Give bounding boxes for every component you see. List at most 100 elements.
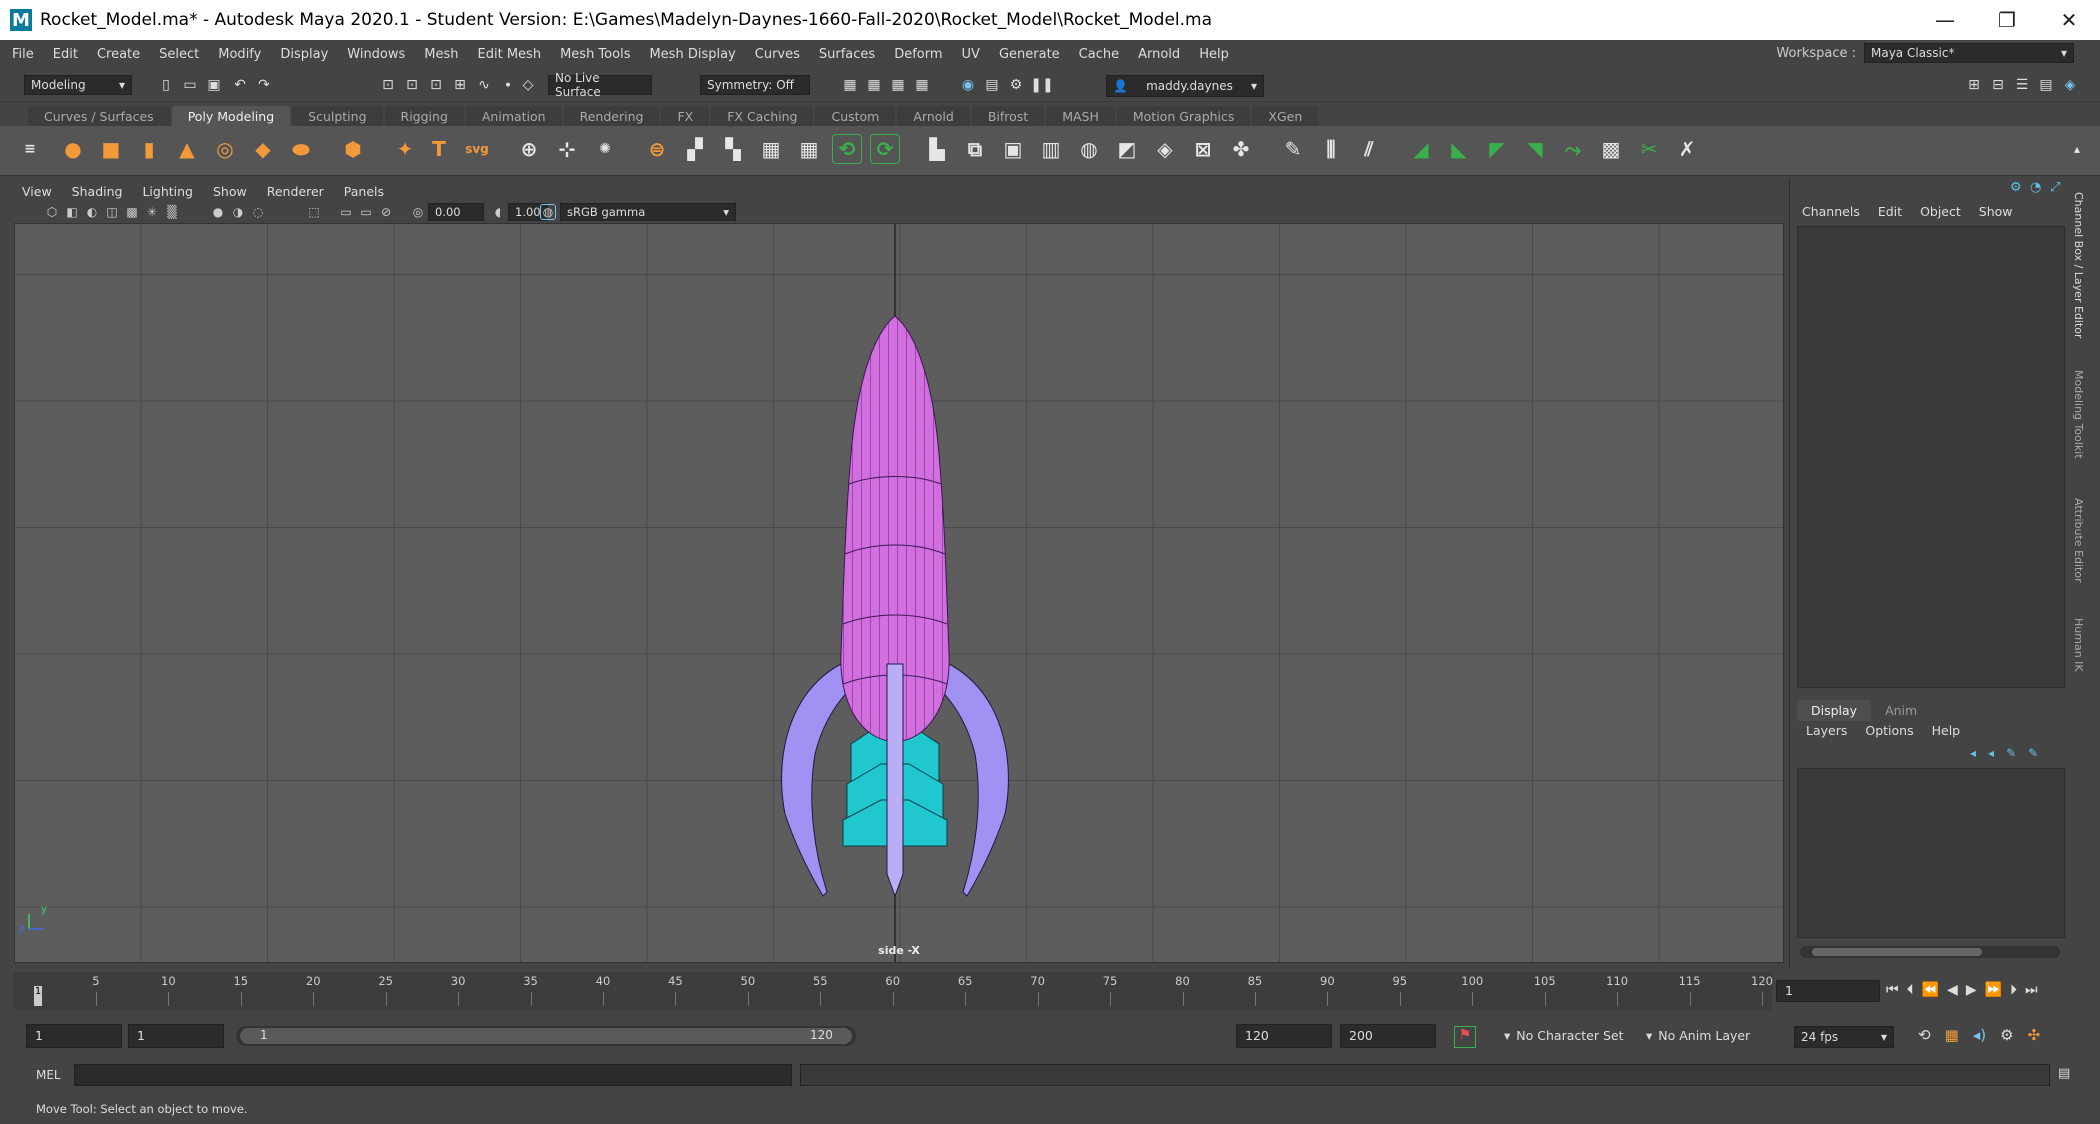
go-to-end-icon[interactable]: ⏭ <box>2025 982 2038 998</box>
extrude-icon[interactable]: ▙ <box>922 134 952 164</box>
menu-set-dropdown[interactable]: Modeling ▾ <box>24 75 132 95</box>
go-to-start-icon[interactable]: ⏮ <box>1886 982 1899 998</box>
cache-playback-icon[interactable]: ▦ <box>1945 1026 1959 1044</box>
channels-menu[interactable]: Channels <box>1802 204 1860 219</box>
layer-list-area[interactable] <box>1797 768 2065 938</box>
smooth-icon[interactable]: ▦ <box>794 134 824 164</box>
close-button[interactable]: ✕ <box>2038 0 2100 40</box>
workspace-dropdown[interactable]: Maya Classic* ▾ <box>1864 43 2074 63</box>
viewport-menu-lighting[interactable]: Lighting <box>142 184 193 199</box>
snap-to-grid-icon[interactable]: ⊞ <box>450 75 470 95</box>
subdivision-icon[interactable]: ✺ <box>590 134 620 164</box>
object-menu[interactable]: Object <box>1920 204 1961 219</box>
menu-file[interactable]: File <box>12 47 34 62</box>
film-gate-icon[interactable]: ▭ <box>358 204 374 220</box>
shelf-tab-curves-surfaces[interactable]: Curves / Surfaces <box>28 106 170 126</box>
viewport-menu-show[interactable]: Show <box>213 184 247 199</box>
planar-uv-icon[interactable]: ◣ <box>1444 134 1474 164</box>
shelf-tab-mash[interactable]: MASH <box>1046 106 1115 126</box>
menu-display[interactable]: Display <box>280 47 328 62</box>
gate-mask-icon[interactable]: ▭ <box>338 204 354 220</box>
menu-mesh[interactable]: Mesh <box>424 47 458 62</box>
menu-arnold[interactable]: Arnold <box>1138 47 1180 62</box>
exposure-field[interactable]: 0.00 <box>428 203 484 221</box>
super-shape-icon[interactable]: ✦ <box>390 134 420 164</box>
grid-toggle-icon[interactable]: ⊘ <box>378 204 394 220</box>
cylindrical-uv-icon[interactable]: ◤ <box>1482 134 1512 164</box>
merge-icon[interactable]: ◍ <box>1074 134 1104 164</box>
poly-disc-icon[interactable]: ⬬ <box>286 134 316 164</box>
shelf-tab-rendering[interactable]: Rendering <box>563 106 660 126</box>
help-menu[interactable]: Help <box>1932 723 1961 738</box>
menu-mesh-tools[interactable]: Mesh Tools <box>560 47 630 62</box>
bevel-icon[interactable]: ⧉ <box>960 134 990 164</box>
menu-help[interactable]: Help <box>1199 47 1229 62</box>
shelf-tab-bifrost[interactable]: Bifrost <box>971 106 1045 126</box>
poly-torus-icon[interactable]: ◎ <box>210 134 240 164</box>
rocket-model[interactable] <box>15 224 1784 963</box>
anti-aliasing-icon[interactable]: ◌ <box>250 204 266 220</box>
viewport-menu-panels[interactable]: Panels <box>344 184 384 199</box>
show-tool-settings-icon[interactable]: ☰ <box>2012 75 2032 95</box>
lights-icon[interactable]: ✳ <box>144 204 160 220</box>
poly-cube-icon[interactable]: ■ <box>96 134 126 164</box>
hypershade-icon[interactable]: ▦ <box>912 75 932 95</box>
anim-layer-dropdown[interactable]: ▾ No Anim Layer <box>1646 1028 1750 1043</box>
render-view-icon[interactable]: ▤ <box>982 75 1002 95</box>
textured-icon[interactable]: ▩ <box>124 204 140 220</box>
uv-editor-icon[interactable]: ⤳ <box>1558 134 1588 164</box>
character-set-dropdown[interactable]: ▾ No Character Set <box>1504 1028 1623 1043</box>
snap-to-point-icon[interactable]: ∙ <box>498 75 518 95</box>
shelf-tab-fx-caching[interactable]: FX Caching <box>711 106 814 126</box>
show-menu[interactable]: Show <box>1979 204 2013 219</box>
show-layer-editor-icon[interactable]: ◈ <box>2060 75 2080 95</box>
wedge-icon[interactable]: ⊠ <box>1188 134 1218 164</box>
boolean-union-icon[interactable]: ▦ <box>756 134 786 164</box>
arnold-render-icon[interactable]: ◉ <box>958 75 978 95</box>
select-by-component-icon[interactable]: ⊡ <box>426 75 446 95</box>
menu-edit[interactable]: Edit <box>53 47 78 62</box>
mel-label[interactable]: MEL <box>36 1068 61 1082</box>
automatic-uv-icon[interactable]: ◢ <box>1406 134 1436 164</box>
new-scene-icon[interactable]: ▯ <box>156 75 176 95</box>
options-menu[interactable]: Options <box>1865 723 1913 738</box>
menu-create[interactable]: Create <box>97 47 140 62</box>
render-sequence-icon[interactable]: ⚙ <box>1006 75 1026 95</box>
menu-surfaces[interactable]: Surfaces <box>819 47 875 62</box>
mirror-icon[interactable]: ⟲ <box>832 134 862 164</box>
cut-uv-icon[interactable]: ✂ <box>1634 134 1664 164</box>
menu-deform[interactable]: Deform <box>894 47 942 62</box>
type-tool-icon[interactable]: T <box>424 134 454 164</box>
menu-mesh-display[interactable]: Mesh Display <box>649 47 735 62</box>
smooth-shade-icon[interactable]: ◐ <box>84 204 100 220</box>
isolate-select-icon[interactable]: ⬚ <box>306 204 322 220</box>
restore-button[interactable]: ❐ <box>1976 0 2038 40</box>
poke-icon[interactable]: ◈ <box>1150 134 1180 164</box>
panel-pin-icon[interactable]: ⤢ <box>2050 180 2060 195</box>
append-polygon-icon[interactable]: ▣ <box>998 134 1028 164</box>
shelf-scroll-icon[interactable]: ▴ <box>2062 134 2092 164</box>
shelf-tab-poly-modeling[interactable]: Poly Modeling <box>171 106 291 126</box>
poly-cone-icon[interactable]: ▲ <box>172 134 202 164</box>
shelf-tab-sculpting[interactable]: Sculpting <box>292 106 383 126</box>
camera-attributes-icon[interactable]: ⬡ <box>44 204 60 220</box>
gamma-icon[interactable]: ◖ <box>490 204 506 220</box>
panel-toggle-icon[interactable]: ⚙ <box>2010 180 2022 195</box>
move-layer-up-icon[interactable]: ◂ <box>1970 746 1976 760</box>
open-scene-icon[interactable]: ▭ <box>180 75 200 95</box>
shelf-tab-custom[interactable]: Custom <box>815 106 896 126</box>
scrollbar-thumb[interactable] <box>1812 948 1982 956</box>
fill-hole-icon[interactable]: ▥ <box>1036 134 1066 164</box>
live-surface-field[interactable]: No Live Surface <box>548 71 652 99</box>
collapse-icon[interactable]: ◩ <box>1112 134 1142 164</box>
side-tab-channel-box[interactable]: Channel Box / Layer Editor <box>2072 192 2085 339</box>
ipr-render-icon[interactable]: ▦ <box>864 75 884 95</box>
shelf-tab-arnold[interactable]: Arnold <box>897 106 970 126</box>
show-modeling-toolkit-icon[interactable]: ⊞ <box>1964 75 1984 95</box>
layer-scrollbar[interactable] <box>1800 946 2060 958</box>
poly-cylinder-icon[interactable]: ▮ <box>134 134 164 164</box>
exposure-icon[interactable]: ◎ <box>410 204 426 220</box>
range-slider-handle[interactable] <box>240 1028 852 1044</box>
checker-map-icon[interactable]: ▩ <box>1596 134 1626 164</box>
show-channel-box-icon[interactable]: ▤ <box>2036 75 2056 95</box>
